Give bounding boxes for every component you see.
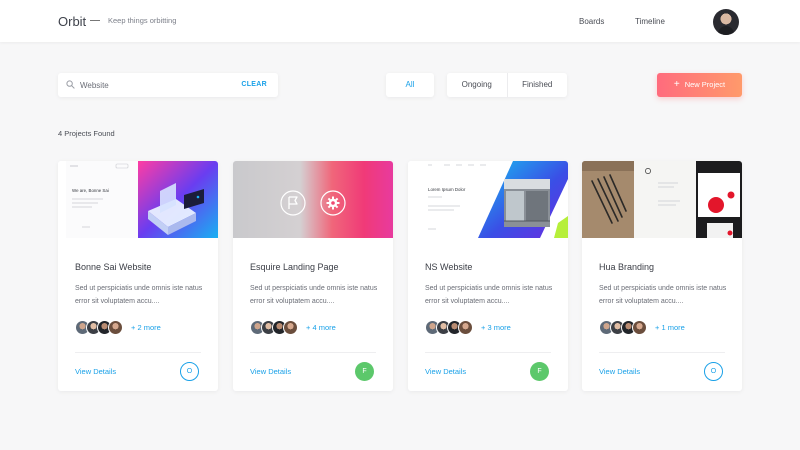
thumbnail-heading: Lorem Ipsum Dolor xyxy=(428,187,466,192)
view-details-link[interactable]: View Details xyxy=(250,367,291,376)
top-bar: Orbit Keep things orbitting Boards Timel… xyxy=(0,0,800,42)
member-avatar[interactable] xyxy=(283,319,298,335)
card-divider xyxy=(599,352,725,353)
view-details-link[interactable]: View Details xyxy=(425,367,466,376)
project-card[interactable]: Lorem Ipsum Dolor NS Website Sed ut pers… xyxy=(408,161,568,391)
project-title: NS Website xyxy=(425,262,473,272)
search-icon xyxy=(66,80,75,89)
project-description: Sed ut perspiciatis unde omnis iste natu… xyxy=(250,285,378,305)
member-avatar[interactable] xyxy=(458,319,473,335)
search-input[interactable] xyxy=(80,73,230,97)
new-project-button[interactable]: + New Project xyxy=(657,73,742,97)
member-avatar[interactable] xyxy=(108,319,123,335)
brand-separator xyxy=(90,20,100,21)
card-divider xyxy=(75,352,201,353)
clear-search-button[interactable]: CLEAR xyxy=(241,81,267,88)
search-box: CLEAR xyxy=(58,73,278,97)
team-members: + 4 more xyxy=(250,319,336,335)
view-details-link[interactable]: View Details xyxy=(599,367,640,376)
more-members-link[interactable]: + 3 more xyxy=(481,323,511,332)
team-members: + 3 more xyxy=(425,319,511,335)
nav-boards[interactable]: Boards xyxy=(579,17,604,26)
brand-name[interactable]: Orbit xyxy=(58,14,86,29)
more-members-link[interactable]: + 1 more xyxy=(655,323,685,332)
card-divider xyxy=(425,352,551,353)
filter-ongoing-button[interactable]: Ongoing xyxy=(447,73,507,97)
filter-all-button[interactable]: All xyxy=(386,73,434,97)
project-thumbnail: Lorem Ipsum Dolor xyxy=(408,161,568,238)
project-thumbnail xyxy=(233,161,393,238)
project-description: Sed ut perspiciatis unde omnis iste natu… xyxy=(75,285,203,305)
brand-tagline: Keep things orbitting xyxy=(108,16,177,25)
project-card[interactable]: Esquire Landing Page Sed ut perspiciatis… xyxy=(233,161,393,391)
results-count: 4 Projects Found xyxy=(58,129,115,138)
project-description: Sed ut perspiciatis unde omnis iste natu… xyxy=(599,285,727,305)
more-members-link[interactable]: + 4 more xyxy=(306,323,336,332)
view-details-link[interactable]: View Details xyxy=(75,367,116,376)
project-thumbnail xyxy=(582,161,742,238)
team-members: + 1 more xyxy=(599,319,685,335)
plus-icon: + xyxy=(673,79,680,90)
project-title: Bonne Sai Website xyxy=(75,262,152,272)
user-avatar[interactable] xyxy=(713,9,739,35)
status-filter-group: Ongoing Finished xyxy=(447,73,567,97)
more-members-link[interactable]: + 2 more xyxy=(131,323,161,332)
status-badge: O xyxy=(180,362,199,381)
member-avatar[interactable] xyxy=(632,319,647,335)
new-project-label: New Project xyxy=(684,80,726,89)
status-badge: F xyxy=(355,362,374,381)
nav-timeline[interactable]: Timeline xyxy=(635,17,665,26)
thumbnail-heading: We are, Bonne Sai xyxy=(72,188,109,193)
project-title: Hua Branding xyxy=(599,262,655,272)
status-badge: O xyxy=(704,362,723,381)
team-members: + 2 more xyxy=(75,319,161,335)
card-divider xyxy=(250,352,376,353)
status-badge: F xyxy=(530,362,549,381)
project-title: Esquire Landing Page xyxy=(250,262,339,272)
project-card[interactable]: Hua Branding Sed ut perspiciatis unde om… xyxy=(582,161,742,391)
project-description: Sed ut perspiciatis unde omnis iste natu… xyxy=(425,285,553,305)
filter-finished-button[interactable]: Finished xyxy=(506,73,568,97)
project-thumbnail: We are, Bonne Sai xyxy=(58,161,218,238)
project-card[interactable]: We are, Bonne Sai Bonne Sai Website Sed … xyxy=(58,161,218,391)
